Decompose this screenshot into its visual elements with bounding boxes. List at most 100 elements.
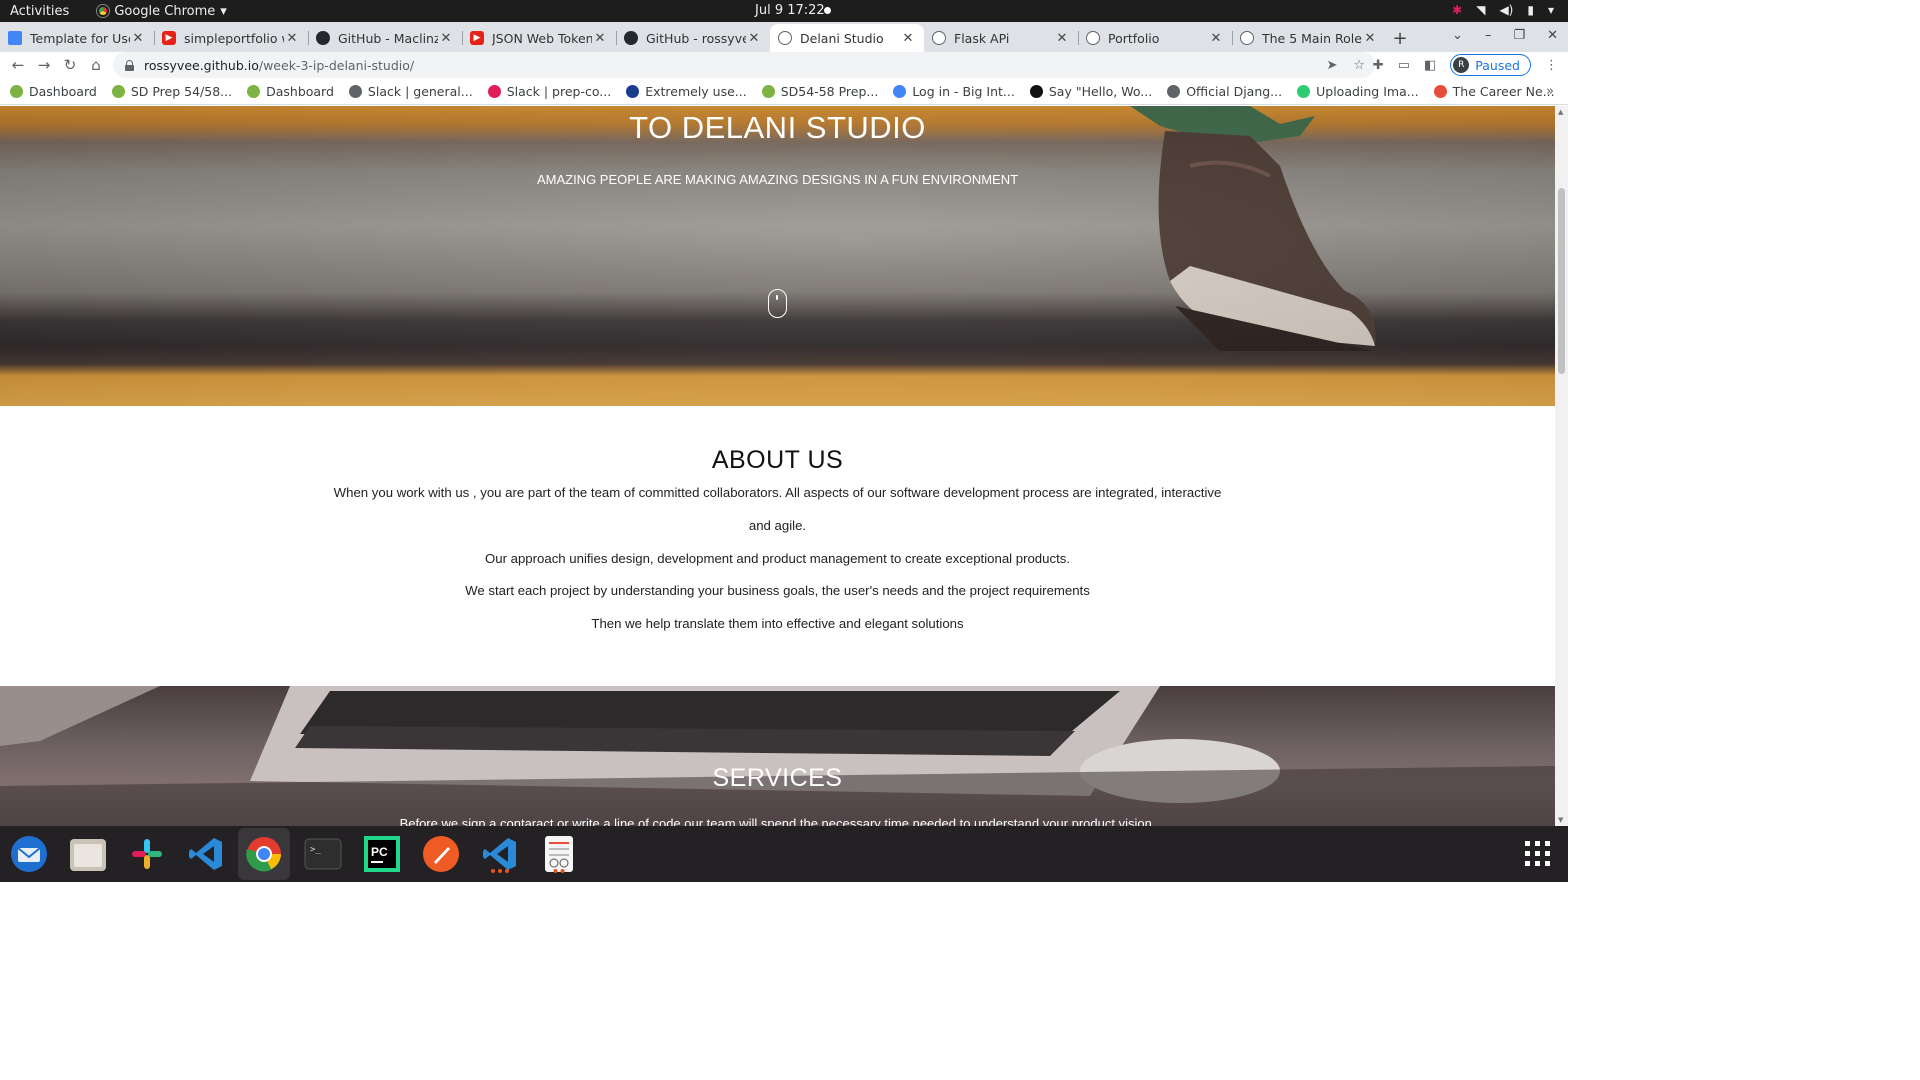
profile-status: Paused bbox=[1475, 57, 1520, 73]
power-menu-icon: ▾ bbox=[1547, 3, 1554, 17]
tab-json-web-token[interactable]: ▶ JSON Web Token ✕ bbox=[462, 24, 616, 52]
vscode-icon[interactable] bbox=[186, 834, 226, 874]
bookmark-label: Dashboard bbox=[266, 83, 334, 99]
tab-flask-api[interactable]: Flask APi ✕ bbox=[924, 24, 1078, 52]
text-editor-icon[interactable] bbox=[539, 834, 579, 874]
send-to-device-icon[interactable]: ➤ bbox=[1326, 58, 1337, 73]
bookmark-star-icon[interactable]: ☆ bbox=[1353, 58, 1365, 73]
bookmark-item[interactable]: Slack | general... bbox=[348, 84, 473, 99]
close-icon[interactable]: ✕ bbox=[1054, 31, 1070, 46]
youtube-icon: ▶ bbox=[162, 31, 176, 45]
new-tab-button[interactable]: + bbox=[1386, 24, 1414, 52]
app-menu[interactable]: Google Chrome ▾ bbox=[97, 4, 227, 19]
scroll-down-icon[interactable]: ▼ bbox=[1558, 816, 1563, 824]
close-icon[interactable]: ✕ bbox=[1208, 31, 1224, 46]
close-icon[interactable]: ✕ bbox=[438, 31, 454, 46]
running-indicator bbox=[553, 869, 565, 873]
scroll-mouse-icon[interactable] bbox=[768, 289, 787, 318]
tab-search-icon[interactable]: ⌄ bbox=[1452, 28, 1463, 43]
tab-template-for-user[interactable]: Template for User ✕ bbox=[0, 24, 154, 52]
page-scrollbar[interactable]: ▲ ▼ bbox=[1555, 106, 1568, 826]
volume-icon: ◀) bbox=[1499, 3, 1514, 17]
profile-button[interactable]: R Paused bbox=[1450, 54, 1531, 76]
address-bar[interactable]: rossyvee.github.io/week-3-ip-delani-stud… bbox=[113, 52, 1375, 78]
show-applications-icon[interactable] bbox=[1525, 841, 1551, 867]
thunderbird-icon[interactable] bbox=[9, 834, 49, 874]
hero-overlay bbox=[0, 106, 1555, 406]
bookmark-favicon-icon bbox=[111, 84, 125, 98]
reload-icon[interactable]: ↻ bbox=[57, 56, 83, 74]
notification-dot-icon bbox=[824, 7, 831, 14]
globe-icon bbox=[1240, 31, 1254, 45]
tab-title: Flask APi bbox=[954, 30, 1010, 46]
pycharm-icon[interactable]: PC bbox=[362, 834, 402, 874]
bookmark-item[interactable]: SD Prep 54/58... bbox=[111, 84, 232, 99]
close-icon[interactable]: ✕ bbox=[746, 31, 762, 46]
bookmark-label: Uploading Ima... bbox=[1316, 83, 1419, 99]
tab-github-rossyvee[interactable]: GitHub - rossyvee/ ✕ bbox=[616, 24, 770, 52]
bookmark-favicon-icon bbox=[1167, 84, 1181, 98]
bookmark-label: SD54-58 Prep... bbox=[780, 83, 879, 99]
tab-five-main-roles[interactable]: The 5 Main Roles i ✕ bbox=[1232, 24, 1386, 52]
chrome-icon bbox=[97, 5, 110, 17]
restore-icon[interactable]: ❐ bbox=[1513, 28, 1525, 43]
hero-title: TO DELANI STUDIO bbox=[629, 110, 926, 145]
clock[interactable]: Jul 9 17:22 bbox=[755, 3, 825, 18]
page-viewport: TO DELANI STUDIO AMAZING PEOPLE ARE MAKI… bbox=[0, 106, 1555, 826]
scroll-up-icon[interactable]: ▲ bbox=[1558, 108, 1563, 116]
close-icon[interactable]: ✕ bbox=[130, 31, 146, 46]
tab-strip: Template for User ✕ ▶ simpleportfolio w … bbox=[0, 22, 1568, 52]
more-bookmarks-icon[interactable]: » bbox=[1546, 84, 1554, 99]
tab-simpleportfolio[interactable]: ▶ simpleportfolio w ✕ bbox=[154, 24, 308, 52]
activities-button[interactable]: Activities bbox=[10, 4, 69, 19]
terminal-icon[interactable]: >_ bbox=[303, 834, 343, 874]
extensions-icon[interactable]: ✚ bbox=[1373, 58, 1384, 73]
bookmark-item[interactable]: Uploading Ima... bbox=[1297, 84, 1419, 99]
close-window-icon[interactable]: ✕ bbox=[1547, 28, 1558, 43]
chrome-icon[interactable] bbox=[238, 828, 290, 880]
bookmark-item[interactable]: Dashboard bbox=[247, 84, 334, 99]
bookmark-item[interactable]: Dashboard bbox=[10, 84, 97, 99]
slack-tray-icon: ✱ bbox=[1452, 3, 1463, 17]
tab-github-maclinz[interactable]: GitHub - Maclinz/J ✕ bbox=[308, 24, 462, 52]
tab-portfolio[interactable]: Portfolio ✕ bbox=[1078, 24, 1232, 52]
postman-icon[interactable] bbox=[421, 834, 461, 874]
close-icon[interactable]: ✕ bbox=[284, 31, 300, 46]
bookmark-favicon-icon bbox=[1029, 84, 1043, 98]
tab-title: GitHub - Maclinz/J bbox=[338, 30, 438, 46]
scrollbar-thumb[interactable] bbox=[1558, 188, 1565, 374]
files-icon[interactable] bbox=[68, 834, 108, 874]
close-icon[interactable]: ✕ bbox=[1362, 31, 1378, 46]
about-line: When you work with us , you are part of … bbox=[333, 485, 1222, 500]
bookmark-item[interactable]: Slack | prep-co... bbox=[487, 84, 611, 99]
vscode-icon[interactable] bbox=[480, 834, 520, 874]
lock-icon[interactable] bbox=[125, 59, 134, 71]
bookmark-item[interactable]: Extremely use... bbox=[626, 84, 747, 99]
url-text[interactable]: rossyvee.github.io/week-3-ip-delani-stud… bbox=[144, 58, 414, 73]
url-path: /week-3-ip-delani-studio/ bbox=[258, 57, 415, 73]
tab-delani-studio[interactable]: Delani Studio ✕ bbox=[770, 24, 924, 52]
tab-title: JSON Web Token bbox=[492, 30, 592, 46]
wifi-icon: ◥ bbox=[1476, 3, 1486, 17]
bookmark-item[interactable]: Official Djang... bbox=[1167, 84, 1282, 99]
github-icon bbox=[316, 31, 330, 45]
home-icon[interactable]: ⌂ bbox=[83, 56, 109, 74]
bookmark-label: Say "Hello, Wo... bbox=[1048, 83, 1153, 99]
close-icon[interactable]: ✕ bbox=[592, 31, 608, 46]
bookmark-item[interactable]: Log in - Big Int... bbox=[893, 84, 1015, 99]
cast-icon[interactable]: ▭ bbox=[1398, 58, 1410, 73]
close-icon[interactable]: ✕ bbox=[900, 31, 916, 46]
kebab-menu-icon[interactable]: ⋮ bbox=[1545, 58, 1558, 73]
globe-icon bbox=[1086, 31, 1100, 45]
slack-icon[interactable] bbox=[127, 834, 167, 874]
bookmark-item[interactable]: Say "Hello, Wo... bbox=[1029, 83, 1153, 99]
minimize-icon[interactable]: – bbox=[1485, 28, 1492, 43]
forward-arrow-icon[interactable]: → bbox=[31, 56, 57, 74]
bookmark-item[interactable]: SD54-58 Prep... bbox=[761, 83, 879, 99]
back-arrow-icon[interactable]: ← bbox=[5, 56, 31, 74]
about-heading: ABOUT US bbox=[711, 446, 844, 474]
side-panel-icon[interactable]: ◧ bbox=[1424, 58, 1436, 73]
system-status-area[interactable]: ✱ ◥ ◀) ▮ ▾ bbox=[1452, 3, 1554, 17]
bookmark-item[interactable]: The Career Ne... bbox=[1433, 84, 1555, 99]
avatar: R bbox=[1453, 57, 1470, 73]
